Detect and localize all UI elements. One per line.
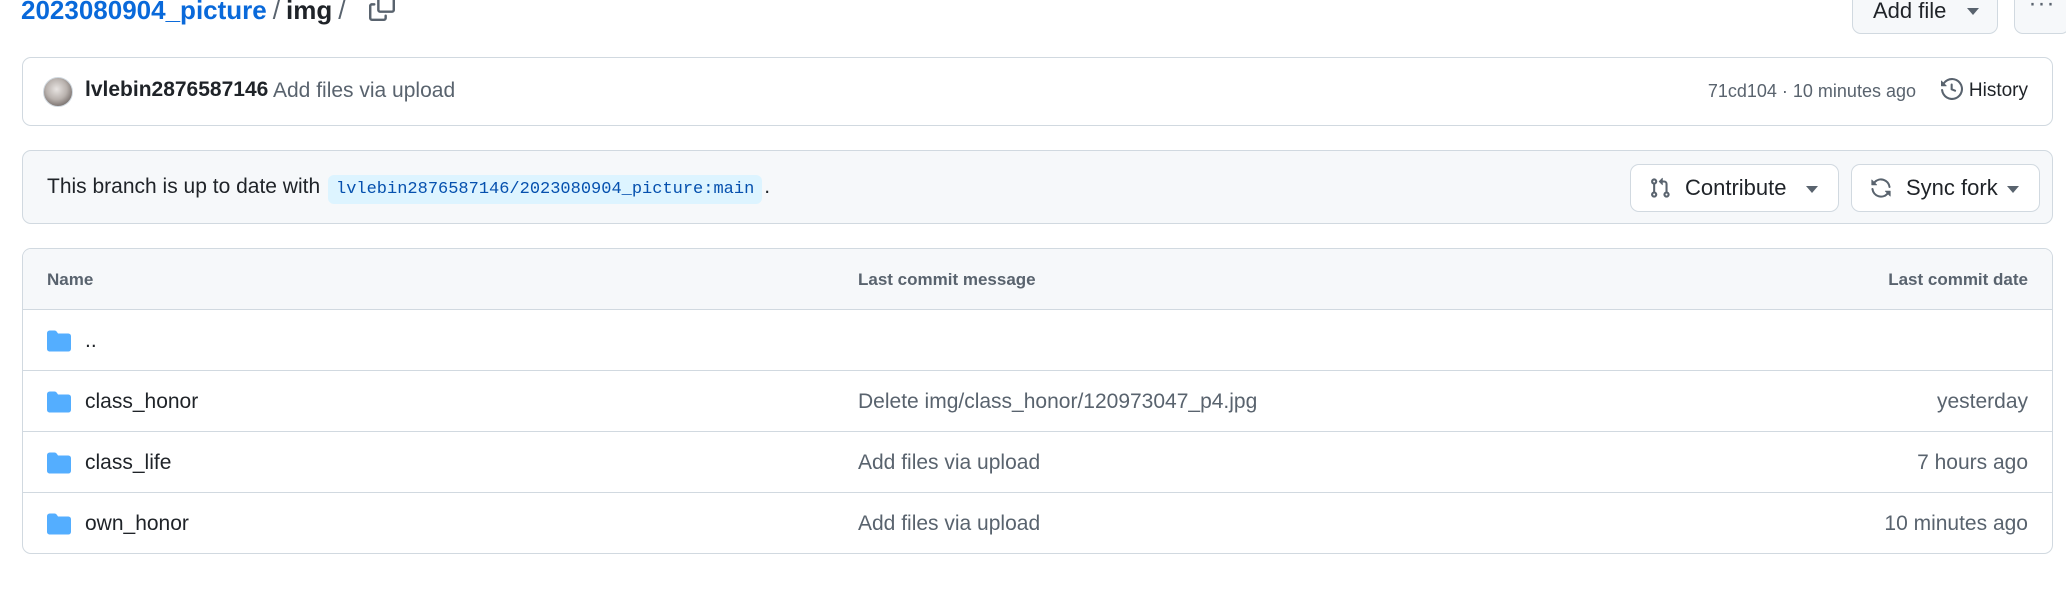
sync-fork-label: Sync fork <box>1906 175 1998 200</box>
fork-status-text: This branch is up to date with lvlebin28… <box>47 175 771 204</box>
copy-path-button[interactable] <box>368 0 399 24</box>
commit-meta[interactable]: 71cd104 · 10 minutes ago <box>1708 81 1916 102</box>
header-last-commit-date: Last commit date <box>1888 270 2028 289</box>
triangle-down-icon <box>1806 186 1818 193</box>
row-commit-date: 7 hours ago <box>1917 451 2028 474</box>
folder-icon <box>47 330 71 352</box>
add-file-button[interactable]: Add file <box>1852 0 1998 34</box>
row-commit-date: yesterday <box>1936 390 2028 413</box>
add-file-label: Add file <box>1873 0 1947 23</box>
contribute-label: Contribute <box>1685 175 1787 200</box>
kebab-horizontal-icon: ··· <box>2028 0 2056 17</box>
breadcrumb-repo-link[interactable]: 2023080904_picture <box>21 0 267 25</box>
row-commit-message[interactable]: Add files via upload <box>858 451 1040 475</box>
table-row[interactable]: class_honor Delete img/class_honor/12097… <box>23 371 2052 432</box>
history-label: History <box>1968 80 2028 101</box>
breadcrumb-row: 2023080904_picture / img / Add file ··· <box>21 0 2066 34</box>
contribute-button[interactable]: Contribute <box>1630 164 1839 212</box>
row-name[interactable]: class_life <box>85 451 171 475</box>
history-icon <box>1940 77 1963 101</box>
breadcrumb: 2023080904_picture / img / <box>21 0 399 28</box>
file-table: Name Last commit message Last commit dat… <box>22 248 2053 554</box>
breadcrumb-separator: / <box>272 0 280 25</box>
commit-message[interactable]: Add files via upload <box>273 79 455 103</box>
header-last-commit-message: Last commit message <box>858 270 1036 289</box>
latest-commit-bar: lvlebin2876587146 Add files via upload 7… <box>22 57 2053 126</box>
sync-icon <box>1871 178 1891 198</box>
triangle-down-icon <box>2007 186 2019 193</box>
history-link[interactable]: History <box>1940 77 2028 102</box>
upstream-branch-link[interactable]: lvlebin2876587146/2023080904_picture:mai… <box>328 175 763 204</box>
breadcrumb-current: img <box>285 0 333 25</box>
row-name[interactable]: own_honor <box>85 512 189 536</box>
sync-fork-button[interactable]: Sync fork <box>1851 164 2040 212</box>
triangle-down-icon <box>1967 8 1979 15</box>
folder-icon <box>47 452 71 474</box>
row-name[interactable]: class_honor <box>85 390 198 414</box>
row-commit-message[interactable]: Add files via upload <box>858 512 1040 536</box>
avatar[interactable] <box>43 77 73 107</box>
table-header: Name Last commit message Last commit dat… <box>23 249 2052 310</box>
table-row[interactable]: own_honor Add files via upload 10 minute… <box>23 493 2052 553</box>
commit-author[interactable]: lvlebin2876587146 <box>85 78 268 102</box>
row-commit-message[interactable]: Delete img/class_honor/120973047_p4.jpg <box>858 390 1257 414</box>
fork-status-suffix: . <box>764 175 771 198</box>
header-name: Name <box>47 270 94 289</box>
table-row-parent-directory[interactable]: .. <box>23 310 2052 371</box>
fork-status-bar: This branch is up to date with lvlebin28… <box>22 150 2053 224</box>
fork-status-prefix: This branch is up to date with <box>47 175 321 198</box>
folder-icon <box>47 513 71 535</box>
copy-icon <box>368 0 395 21</box>
row-name[interactable]: .. <box>85 329 97 353</box>
row-commit-date: 10 minutes ago <box>1884 512 2028 535</box>
breadcrumb-trailing-separator: / <box>338 0 346 25</box>
more-options-button[interactable]: ··· <box>2014 0 2066 34</box>
folder-icon <box>47 391 71 413</box>
git-pull-request-icon <box>1651 177 1670 198</box>
table-row[interactable]: class_life Add files via upload 7 hours … <box>23 432 2052 493</box>
